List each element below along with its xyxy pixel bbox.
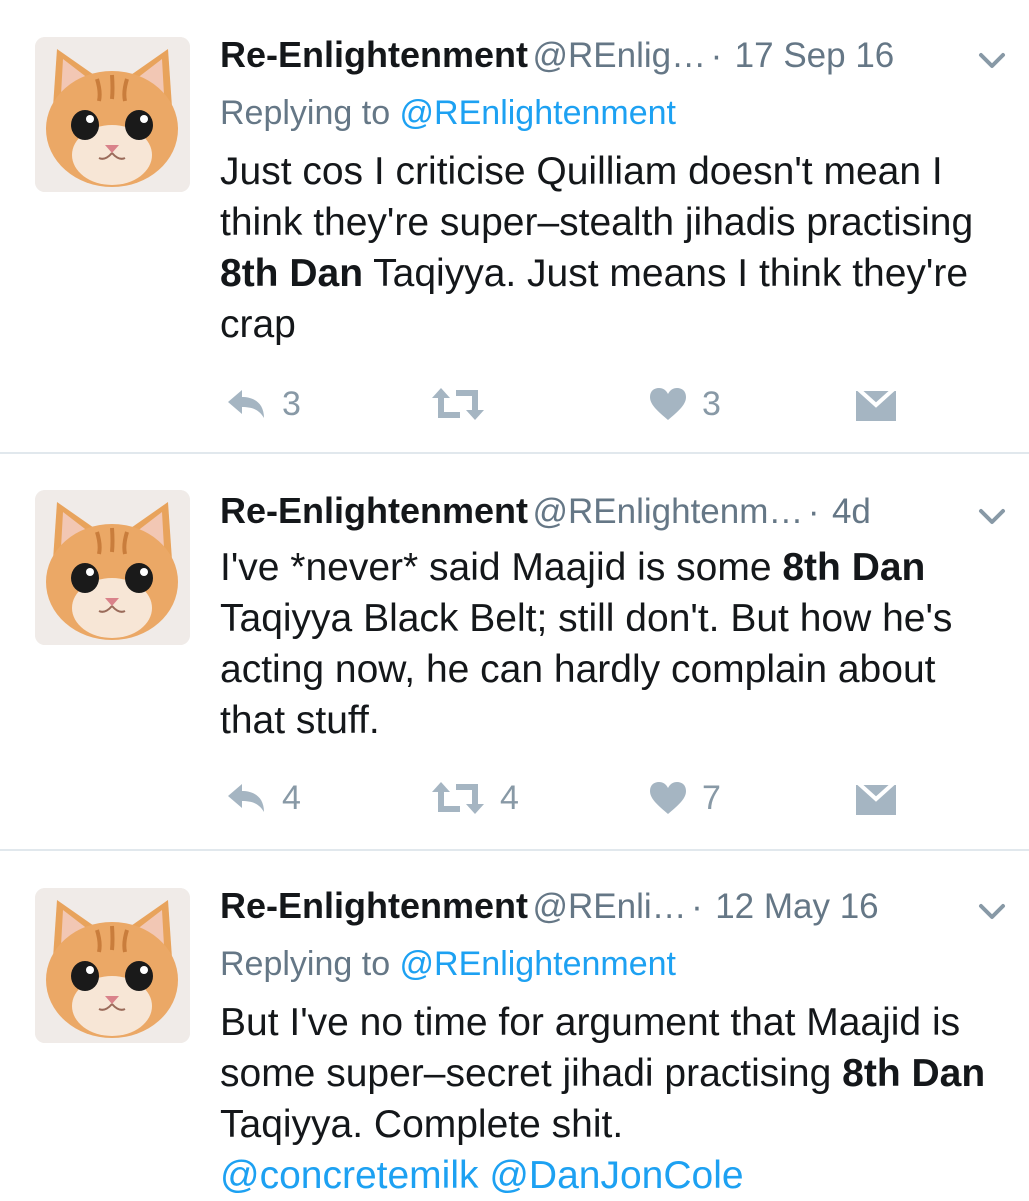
like-count: 7 [702,778,721,817]
tweet-header: Re-Enlightenment @REnli… · 12 May 16 [220,885,1009,929]
tweet-text-bold: 8th Dan [220,252,364,295]
chevron-down-icon[interactable] [975,502,1009,532]
replying-to: Replying to @REnlightenment [220,94,676,133]
reply-arrow-icon [224,386,268,422]
tweet-text: Just cos I criticise Quilliam doesn't me… [220,146,1010,350]
user-handle[interactable]: @REnlightenm… [532,492,803,531]
tweet-text: I've *never* said Maajid is some 8th Dan… [220,542,1010,746]
tweet-text-bold: 8th Dan [842,1052,986,1095]
mention-link[interactable]: @DanJonCole [489,1154,743,1197]
replying-to-handle[interactable]: @REnlightenment [400,94,676,132]
like-count: 3 [702,384,721,423]
avatar[interactable] [35,888,190,1043]
display-name[interactable]: Re-Enlightenment [220,885,528,926]
tweet-text-part: Taqiyya. Complete shit. [220,1103,624,1146]
tweet-text-part: Just cos I criticise Quilliam doesn't me… [220,150,974,244]
envelope-icon [854,385,898,423]
heart-icon [648,386,688,422]
tweet-text-bold: 8th Dan [782,546,926,589]
retweet-icon [430,386,486,422]
reply-count: 4 [282,778,301,817]
replying-to-label: Replying to [220,94,400,132]
reply-button[interactable]: 3 [224,382,301,426]
tweet[interactable]: Re-Enlightenment @REnli… · 12 May 16 Rep… [0,851,1029,1200]
reply-count: 3 [282,384,301,423]
direct-message-button[interactable] [854,776,898,820]
tweet-text: But I've no time for argument that Maaji… [220,997,1010,1201]
replying-to-handle[interactable]: @REnlightenment [400,945,676,983]
tweet-header: Re-Enlightenment @REnlightenm… · 4d [220,490,1009,534]
user-handle[interactable]: @REnlig… [532,36,706,75]
envelope-icon [854,779,898,817]
replying-to: Replying to @REnlightenment [220,945,676,984]
timestamp[interactable]: 17 Sep 16 [735,36,895,75]
like-button[interactable]: 7 [648,776,721,820]
timestamp[interactable]: 12 May 16 [715,887,878,926]
replying-to-label: Replying to [220,945,400,983]
chevron-down-icon[interactable] [975,46,1009,76]
tweet[interactable]: Re-Enlightenment @REnlig… · 17 Sep 16 Re… [0,0,1029,452]
separator-dot: · [807,492,820,531]
tweet[interactable]: Re-Enlightenment @REnlightenm… · 4d I've… [0,454,1029,849]
avatar[interactable] [35,37,190,192]
tweet-text-part: I've *never* said Maajid is some [220,546,783,589]
chevron-down-icon[interactable] [975,897,1009,927]
retweet-icon [430,780,486,816]
user-handle[interactable]: @REnli… [532,887,686,926]
retweet-button[interactable]: 4 [430,776,519,820]
heart-icon [648,780,688,816]
tweet-actions: 4 4 7 [220,776,920,820]
display-name[interactable]: Re-Enlightenment [220,490,528,531]
mention-link[interactable]: @concretemilk [220,1154,479,1197]
reply-arrow-icon [224,780,268,816]
tweet-text-part: Taqiyya Black Belt; still don't. But how… [220,597,953,742]
separator-dot: · [710,36,723,75]
retweet-count: 4 [500,778,519,817]
tweet-actions: 3 3 [220,382,920,426]
timestamp[interactable]: 4d [832,492,871,531]
separator-dot: · [691,887,703,926]
avatar[interactable] [35,490,190,645]
direct-message-button[interactable] [854,382,898,426]
display-name[interactable]: Re-Enlightenment [220,34,528,75]
tweet-header: Re-Enlightenment @REnlig… · 17 Sep 16 [220,34,1009,78]
like-button[interactable]: 3 [648,382,721,426]
reply-button[interactable]: 4 [224,776,301,820]
retweet-button[interactable] [430,382,500,426]
